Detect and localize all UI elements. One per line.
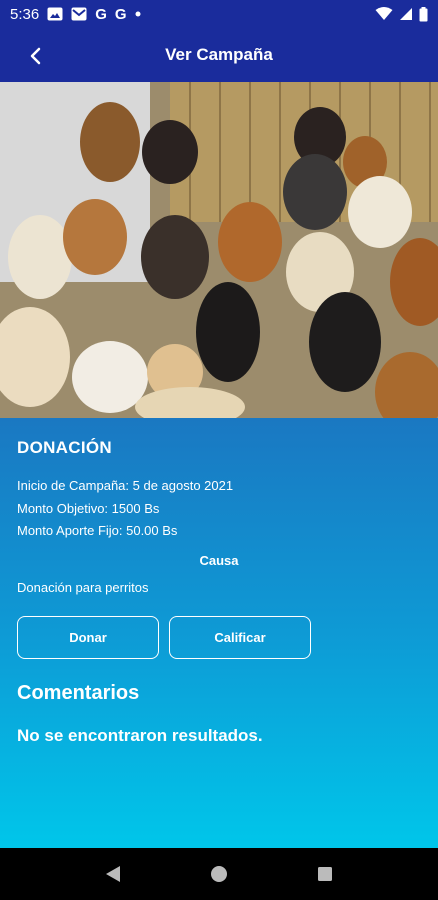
- empty-message: No se encontraron resultados.: [17, 726, 263, 745]
- nav-back-button[interactable]: [93, 854, 133, 894]
- signal-icon: [399, 7, 413, 21]
- cause-label: Causa: [199, 553, 239, 568]
- section-title: DONACIÓN: [17, 438, 112, 457]
- goal-amount: Monto Objetivo: 1500 Bs: [17, 501, 160, 516]
- back-button[interactable]: [20, 40, 52, 72]
- battery-icon: [419, 6, 428, 22]
- dot-icon: [135, 11, 141, 17]
- campaign-details: DONACIÓN Inicio de Campaña: 5 de agosto …: [0, 418, 438, 848]
- nav-home-button[interactable]: [199, 854, 239, 894]
- comments-title: Comentarios: [17, 682, 140, 704]
- status-time: 5:36: [10, 5, 40, 23]
- donate-button[interactable]: Donar: [17, 616, 159, 659]
- recents-square-icon: [318, 867, 332, 881]
- google-icon: G: [114, 5, 127, 23]
- page-title: Ver Campaña: [165, 45, 273, 64]
- navigation-bar: [0, 848, 438, 900]
- google-icon: G: [95, 5, 107, 23]
- status-bar: 5:36 G G: [0, 0, 438, 28]
- mail-icon: [71, 7, 87, 21]
- campaign-image: [0, 82, 438, 418]
- nav-recents-button[interactable]: [305, 854, 345, 894]
- home-circle-icon: [211, 866, 227, 882]
- rate-button[interactable]: Calificar: [169, 616, 311, 659]
- wifi-icon: [375, 7, 393, 21]
- start-date: Inicio de Campaña: 5 de agosto 2021: [17, 478, 234, 493]
- app-bar: Ver Campaña: [0, 28, 438, 82]
- image-icon: [47, 7, 63, 21]
- arrow-back-icon: [30, 47, 41, 65]
- back-triangle-icon: [106, 866, 120, 882]
- fixed-contribution: Monto Aporte Fijo: 50.00 Bs: [17, 523, 178, 538]
- cause-text: Donación para perritos: [17, 580, 149, 595]
